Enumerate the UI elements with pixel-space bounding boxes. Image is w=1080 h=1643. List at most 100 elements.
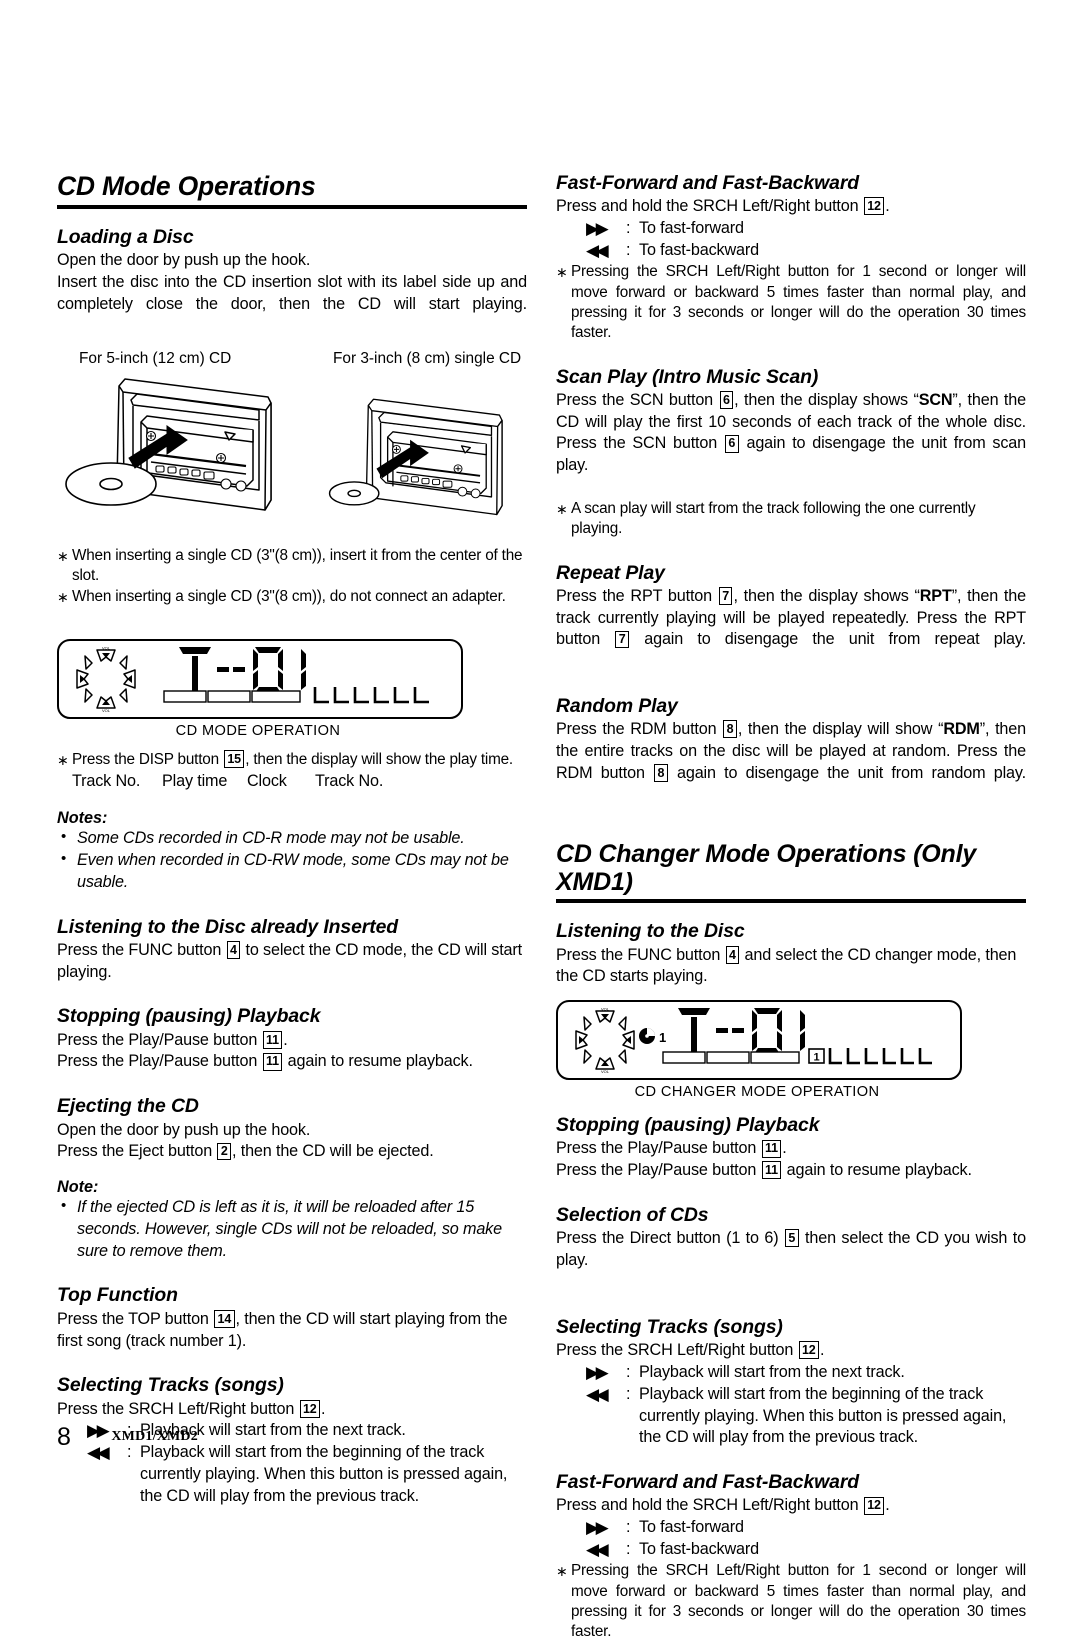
row-colon: : [626, 241, 631, 260]
cd-loading-figure: For 5-inch (12 cm) CD For 3-inch (8 cm) … [57, 350, 527, 546]
section-heading-fast-forward-changer: Fast-Forward and Fast-Backward [556, 1471, 860, 1494]
lcd-track-indicator-and-ticks: 1 [808, 1046, 942, 1075]
loading-disc-line1: Open the door by push up the hook. [57, 250, 311, 269]
left-column: CD Mode Operations Loading a Disc Open t… [57, 171, 527, 1508]
rdm-indicator-label: RDM [943, 720, 980, 739]
ref-button-4: 4 [226, 941, 241, 959]
row-colon: : [127, 1443, 132, 1462]
section-heading-scan-play: Scan Play (Intro Music Scan) [556, 365, 819, 388]
track-backward-row: ◀◀ : Playback will start from the beginn… [57, 1442, 527, 1507]
scan-play-text: Press the SCN button 6, then the display… [556, 390, 1027, 475]
seq-track-no-1: Track No. [72, 772, 141, 791]
ref-button-12: 12 [299, 1399, 320, 1418]
selection-cds-text: Press the Direct button (1 to 6) 5 then … [556, 1229, 1026, 1270]
lcd-bar-segments [163, 689, 311, 712]
seq-play-time: Play time [162, 772, 228, 791]
changer-stopping-line-2: Press the Play/Pause button 11 again to … [556, 1161, 972, 1180]
ref-button-2: 2 [217, 1142, 232, 1161]
notes-title: Notes: [57, 809, 108, 828]
changer-track-backward-row: ◀◀ : Playback will start from the beginn… [556, 1384, 1026, 1449]
page-footer: 8 XMD1/XMD2 [57, 1423, 198, 1452]
section-heading-loading-disc: Loading a Disc [57, 225, 194, 248]
section-heading-top-function: Top Function [57, 1284, 178, 1307]
lcd-panel-changer-mode: VOL VOL 1 1 [556, 1000, 962, 1081]
changer-track-forward-row: ▶▶ : Playback will start from the next t… [556, 1362, 1026, 1384]
changer-ff-backward-row: ◀◀ : To fast-backward [556, 1539, 1026, 1561]
ff-cd-intro: Press and hold the SRCH Left/Right butto… [556, 197, 890, 216]
row-colon: : [626, 1540, 631, 1559]
rewind-icon: ◀◀ [87, 1443, 110, 1463]
changer-ff-intro: Press and hold the SRCH Left/Right butto… [556, 1496, 890, 1515]
rosette-top-label: VOL [102, 646, 111, 651]
page-title: CD Mode Operations [57, 171, 527, 209]
changer-ff-backward-text: To fast-backward [639, 1540, 759, 1559]
list-item: Even when recorded in CD-RW mode, some C… [57, 849, 527, 894]
list-item: Some CDs recorded in CD-R mode may not b… [57, 827, 527, 850]
seq-clock: Clock [247, 772, 287, 791]
scn-indicator-label: SCN [918, 390, 953, 409]
rewind-icon: ◀◀ [586, 1384, 609, 1404]
eject-note-title: Note: [57, 1178, 99, 1197]
section-heading-listening-inserted: Listening to the Disc already Inserted [57, 915, 399, 938]
ref-button-6: 6 [725, 434, 739, 453]
changer-ff-forward-text: To fast-forward [639, 1518, 744, 1537]
changer-section-title: CD Changer Mode Operations (Only XMD1) [556, 840, 1026, 904]
ref-button-15: 15 [223, 750, 245, 769]
ref-button-8: 8 [654, 763, 668, 782]
track-forward-text: Playback will start from the next track. [140, 1421, 406, 1440]
ff-cd-backward-row: ◀◀ : To fast-backward [556, 240, 1026, 262]
car-stereo-12cm-illustration [63, 370, 313, 547]
ref-button-12: 12 [863, 197, 885, 216]
section-heading-repeat-play: Repeat Play [556, 561, 665, 584]
top-function-text: Press the TOP button 14, then the CD wil… [57, 1309, 508, 1350]
section-heading-selecting-tracks: Selecting Tracks (songs) [57, 1374, 284, 1397]
lcd-caption-changer-mode: CD CHANGER MODE OPERATION [634, 1084, 880, 1101]
random-play-text: Press the RDM button 8, then the display… [556, 720, 1026, 782]
section-heading-random-play: Random Play [556, 694, 678, 717]
ref-button-4: 4 [725, 945, 740, 964]
ejecting-line-1: Open the door by push up the hook. [57, 1120, 311, 1139]
ejecting-line-2: Press the Eject button 2, then the CD wi… [57, 1142, 434, 1161]
repeat-play-text: Press the RPT button 7, then the display… [556, 586, 1026, 649]
page-number: 8 [57, 1423, 71, 1451]
figure-caption-12cm: For 5-inch (12 cm) CD [79, 350, 232, 368]
manual-page: CD Mode Operations Loading a Disc Open t… [0, 0, 1080, 1640]
seq-track-no-2: Track No. [315, 772, 384, 791]
lcd-figure-changer-mode: VOL VOL 1 1 CD CHANGER MODE OPERATION [556, 1000, 1026, 1100]
right-column: Fast-Forward and Fast-Backward Press and… [556, 172, 1026, 1643]
row-colon: : [626, 1518, 631, 1537]
disp-button-note: Press the DISP button 15, then the displ… [57, 750, 527, 770]
ref-button-11: 11 [262, 1052, 283, 1071]
changer-ff-note: Pressing the SRCH Left/Right button for … [556, 1561, 1026, 1642]
section-heading-fast-forward-cd: Fast-Forward and Fast-Backward [556, 172, 860, 194]
ff-cd-forward-row: ▶▶ : To fast-forward [556, 218, 1026, 240]
row-colon: : [626, 1384, 631, 1403]
fast-forward-icon: ▶▶ [586, 1362, 609, 1382]
ff-cd-forward-text: To fast-forward [639, 219, 744, 238]
changer-selecting-tracks-intro: Press the SRCH Left/Right button 12. [556, 1340, 825, 1359]
section-heading-stopping-playback: Stopping (pausing) Playback [57, 1005, 321, 1028]
svg-text:VOL: VOL [601, 1007, 610, 1012]
ref-button-11: 11 [761, 1139, 782, 1158]
ff-cd-backward-text: To fast-backward [639, 241, 759, 260]
row-colon: : [626, 219, 631, 238]
lcd-bar-segments [662, 1050, 810, 1073]
disc-number-label: 1 [659, 1030, 666, 1045]
lcd-caption-cd-mode: CD MODE OPERATION [175, 723, 341, 740]
changer-track-backward-text: Playback will start from the beginning o… [639, 1384, 1007, 1447]
fast-forward-icon: ▶▶ [586, 1518, 609, 1538]
loading-disc-line2: Insert the disc into the CD insertion sl… [57, 272, 527, 313]
listening-disc-text: Press the FUNC button 4 and select the C… [556, 945, 1017, 986]
rpt-indicator-label: RPT [919, 586, 952, 605]
svg-text:VOL: VOL [601, 1069, 610, 1073]
lcd-panel-cd-mode: VOL VOL [57, 639, 463, 720]
ref-button-7: 7 [615, 630, 629, 649]
section-heading-listening-disc: Listening to the Disc [556, 920, 745, 943]
ref-button-14: 14 [214, 1309, 235, 1328]
ref-button-11: 11 [761, 1161, 782, 1180]
selecting-tracks-intro: Press the SRCH Left/Right button 12. [57, 1399, 326, 1418]
track-number-label: 1 [813, 1052, 819, 1064]
figure-note-1: When inserting a single CD (3"(8 cm)), i… [57, 546, 527, 587]
ref-button-8: 8 [723, 720, 737, 739]
car-stereo-8cm-illustration [319, 388, 539, 551]
